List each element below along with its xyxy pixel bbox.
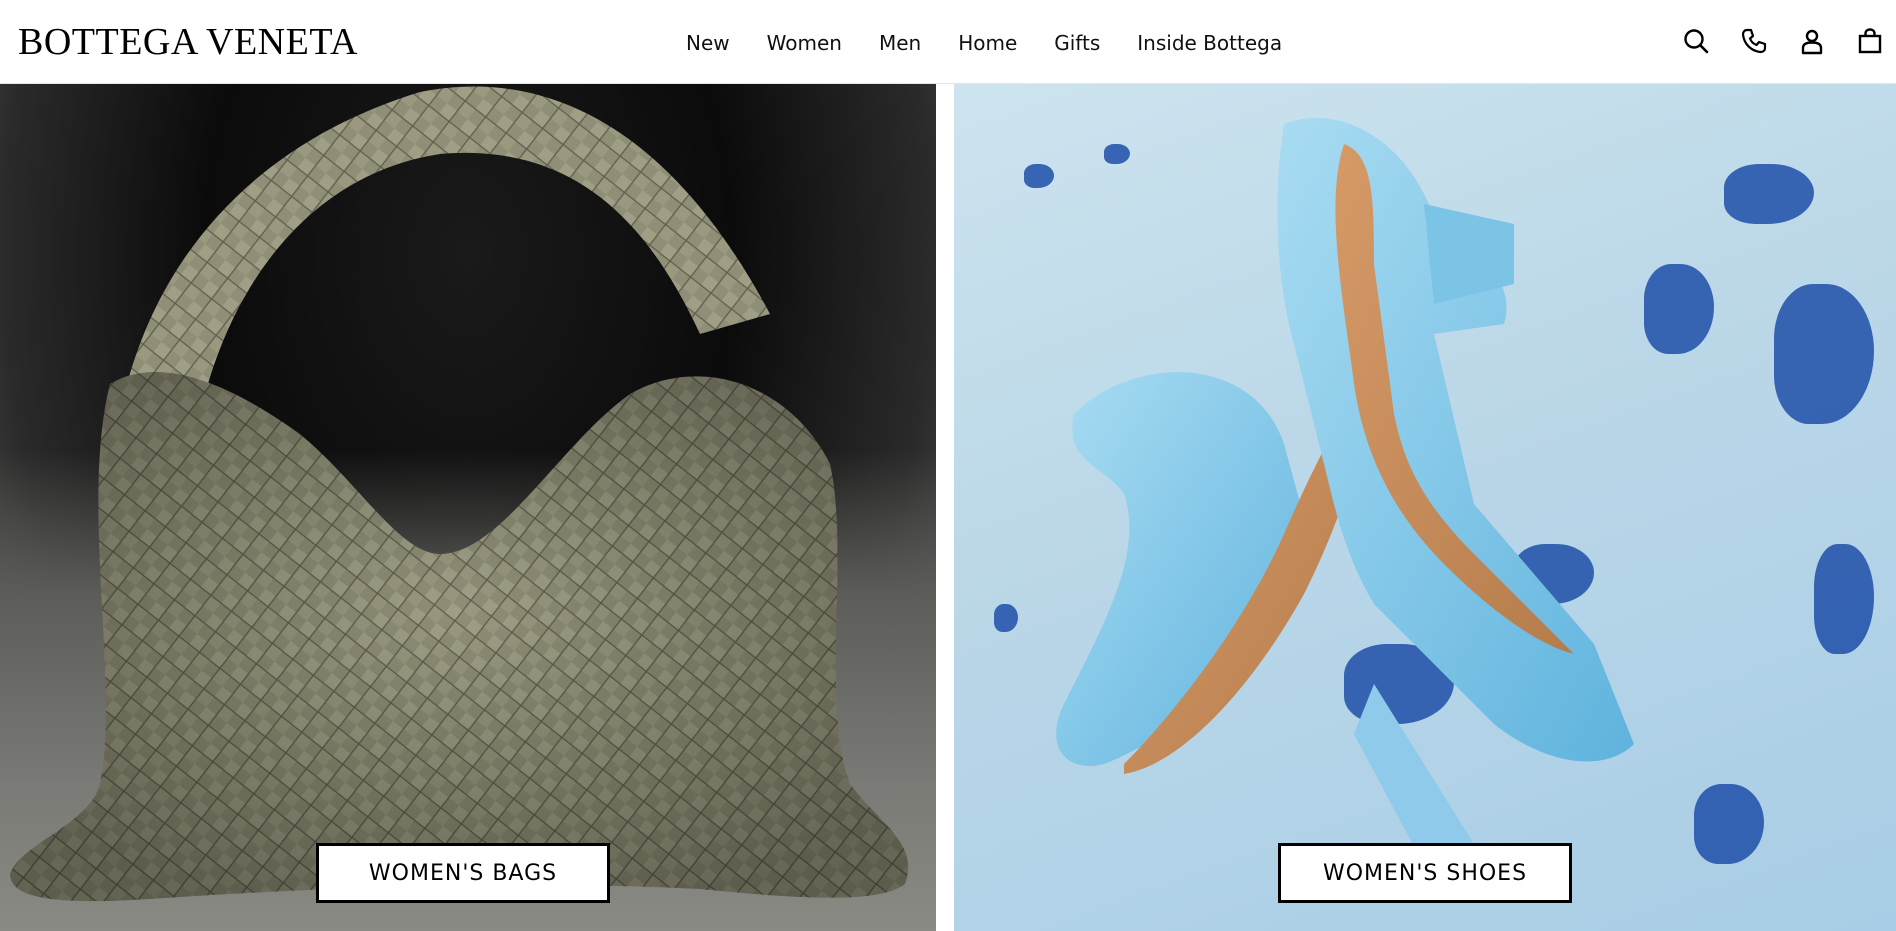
header-icons	[1682, 26, 1884, 56]
main-nav: New Women Men Home Gifts Inside Bottega	[686, 28, 1282, 58]
nav-item-gifts[interactable]: Gifts	[1054, 28, 1100, 58]
nav-item-inside-bottega[interactable]: Inside Bottega	[1137, 28, 1282, 58]
woven-bag-image	[10, 86, 909, 902]
hero-panel-women-bags[interactable]: WOMEN'S BAGS	[0, 84, 936, 931]
bag-icon[interactable]	[1856, 26, 1884, 56]
search-icon[interactable]	[1682, 26, 1710, 56]
nav-item-home[interactable]: Home	[958, 28, 1017, 58]
site-header: BOTTEGA VENETA New Women Men Home Gifts …	[0, 0, 1896, 84]
women-bags-button[interactable]: WOMEN'S BAGS	[316, 843, 610, 903]
hero-panel-women-shoes[interactable]: WOMEN'S SHOES	[954, 84, 1896, 931]
brand-logo[interactable]: BOTTEGA VENETA	[18, 22, 358, 62]
nav-item-men[interactable]: Men	[879, 28, 921, 58]
women-shoes-button[interactable]: WOMEN'S SHOES	[1278, 843, 1572, 903]
account-icon[interactable]	[1798, 26, 1826, 56]
nav-item-women[interactable]: Women	[767, 28, 842, 58]
phone-icon[interactable]	[1740, 26, 1768, 56]
blue-sandals-image	[1056, 117, 1634, 884]
nav-item-new[interactable]: New	[686, 28, 730, 58]
